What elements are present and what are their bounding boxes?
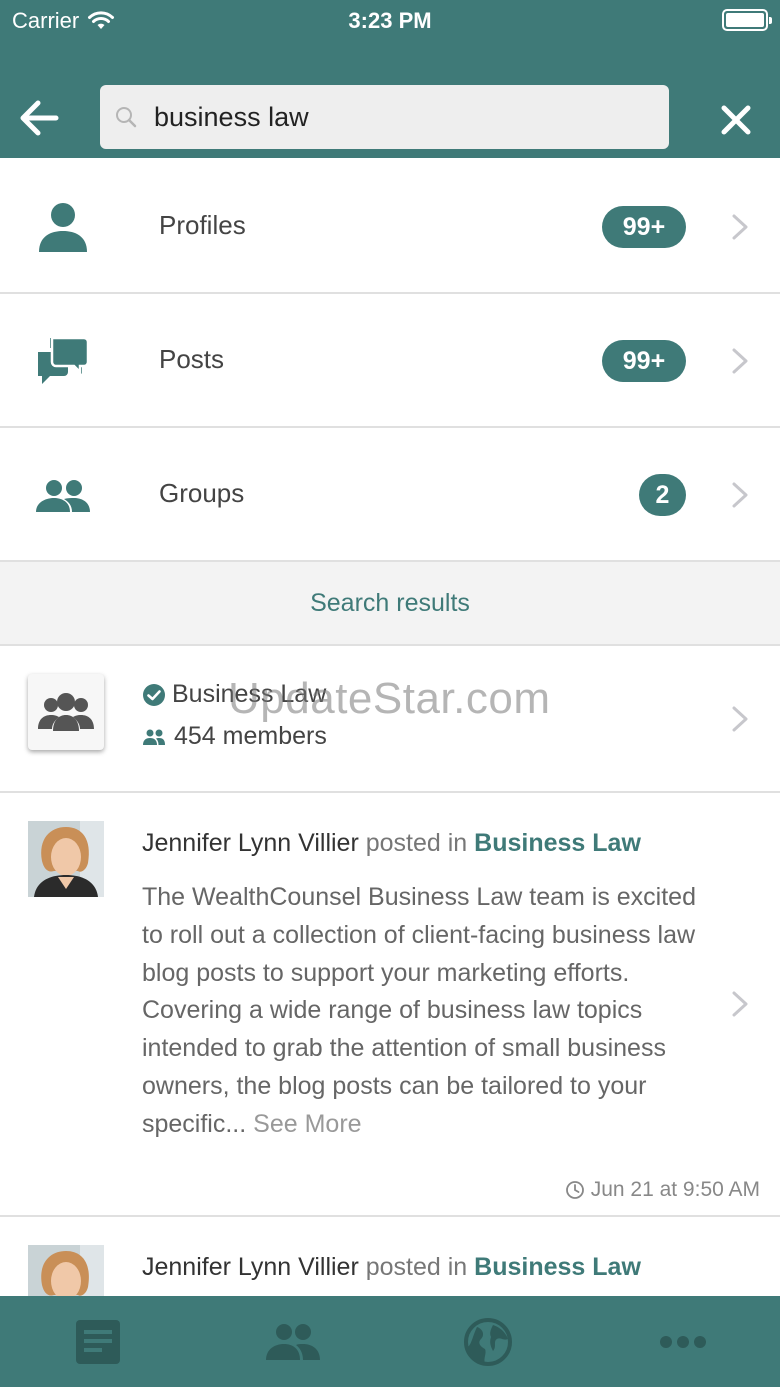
- clock-icon: [565, 1181, 584, 1199]
- category-row-profiles[interactable]: Profiles 99+: [0, 160, 780, 294]
- author-photo: [28, 1245, 104, 1297]
- category-row-groups[interactable]: Groups 2: [0, 428, 780, 562]
- chevron-right-icon: [732, 482, 748, 508]
- post-body-text: The WealthCounsel Business Law team is e…: [142, 883, 696, 1138]
- see-more-link[interactable]: See More: [253, 1110, 361, 1138]
- people-icon: [265, 1323, 320, 1360]
- feed-icon: [75, 1319, 120, 1364]
- verified-check-icon: [143, 683, 165, 706]
- post-timestamp: Jun 21 at 9:50 AM: [565, 1178, 760, 1202]
- post-author[interactable]: Jennifer Lynn Villier: [142, 829, 359, 857]
- search-input[interactable]: [154, 101, 634, 133]
- search-field[interactable]: [100, 85, 669, 149]
- status-time: 3:23 PM: [348, 8, 432, 33]
- close-icon[interactable]: [716, 100, 756, 140]
- battery-icon: [722, 9, 772, 31]
- post-connector: posted in: [365, 1253, 468, 1281]
- group-icon: [36, 480, 90, 512]
- chevron-right-icon: [732, 348, 748, 374]
- globe-icon: [463, 1317, 512, 1366]
- category-label: Posts: [159, 344, 225, 374]
- back-arrow-icon[interactable]: [16, 94, 64, 142]
- group-avatar: [28, 674, 104, 750]
- group-name-text: Business Law: [172, 680, 327, 708]
- post-connector: posted in: [365, 829, 468, 857]
- post-header: Jennifer Lynn Villier posted in Business…: [142, 829, 641, 858]
- tab-feed[interactable]: [0, 1296, 195, 1387]
- avatar: [28, 1245, 104, 1297]
- tab-explore[interactable]: [390, 1296, 585, 1387]
- category-row-posts[interactable]: Posts 99+: [0, 294, 780, 428]
- top-navigation-bar: Carrier 3:23 PM: [0, 0, 780, 158]
- tab-people[interactable]: [195, 1296, 390, 1387]
- group-title: Business Law: [142, 680, 326, 709]
- post-header: Jennifer Lynn Villier posted in Business…: [142, 1253, 641, 1282]
- group-result-row[interactable]: Business Law 454 members UpdateStar.com: [0, 646, 780, 793]
- post-author[interactable]: Jennifer Lynn Villier: [142, 1253, 359, 1281]
- chat-bubbles-icon: [38, 336, 90, 384]
- tab-more[interactable]: [585, 1296, 780, 1387]
- category-label: Groups: [159, 478, 245, 508]
- group-member-count: 454 members: [142, 722, 327, 751]
- group-icon: [38, 693, 94, 731]
- person-icon: [39, 203, 87, 252]
- bottom-tab-bar: [0, 1296, 780, 1387]
- category-label: Profiles: [159, 210, 246, 240]
- status-bar: Carrier 3:23 PM: [0, 0, 780, 40]
- chevron-right-icon: [732, 991, 748, 1017]
- search-icon: [116, 107, 137, 128]
- post-time-text: Jun 21 at 9:50 AM: [590, 1178, 760, 1201]
- members-icon: [143, 729, 165, 745]
- count-badge: 99+: [602, 340, 686, 382]
- post-result-row[interactable]: Jennifer Lynn Villier posted in Business…: [0, 1217, 780, 1297]
- chevron-right-icon: [732, 706, 748, 732]
- members-text: 454 members: [174, 722, 327, 750]
- more-icon: [659, 1335, 706, 1348]
- author-photo: [28, 821, 104, 897]
- chevron-right-icon: [732, 214, 748, 240]
- post-group-link[interactable]: Business Law: [474, 829, 641, 857]
- section-header-search-results: Search results: [0, 562, 780, 646]
- post-body: The WealthCounsel Business Law team is e…: [142, 879, 702, 1144]
- post-result-row[interactable]: Jennifer Lynn Villier posted in Business…: [0, 793, 780, 1217]
- count-badge: 2: [639, 474, 686, 516]
- post-group-link[interactable]: Business Law: [474, 1253, 641, 1281]
- avatar: [28, 821, 104, 897]
- count-badge: 99+: [602, 206, 686, 248]
